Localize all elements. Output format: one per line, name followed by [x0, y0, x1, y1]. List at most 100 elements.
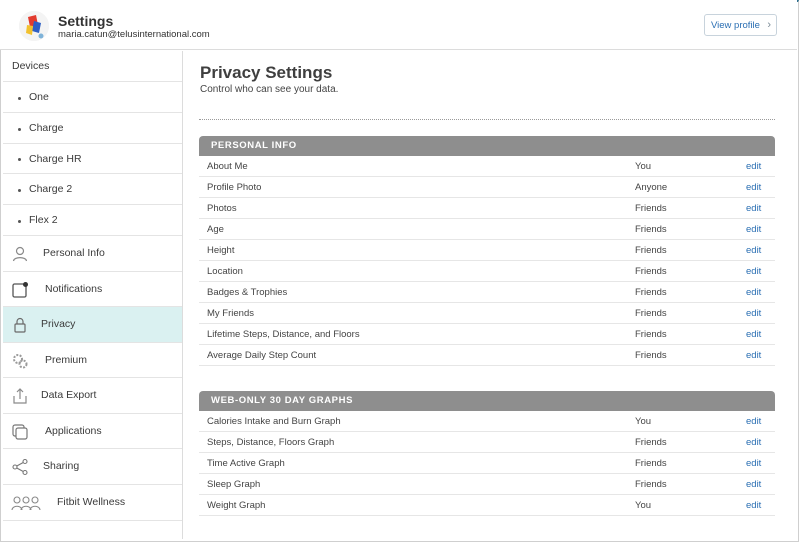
sidebar-item-label: Applications [45, 425, 102, 437]
sidebar-devices-header[interactable]: Devices [3, 51, 182, 82]
row-label: About Me [207, 161, 248, 172]
row-value: You [635, 161, 652, 172]
sidebar-item-label: Sharing [43, 460, 80, 472]
row-label: Badges & Trophies [207, 287, 288, 298]
view-profile-button[interactable]: View profile › [704, 14, 777, 36]
sidebar-item-privacy[interactable]: Privacy [3, 307, 182, 343]
sidebar-item-label: Privacy [41, 318, 76, 330]
section-header-web-only-graphs: WEB-ONLY 30 DAY GRAPHS [199, 391, 775, 411]
row-label: Location [207, 266, 243, 277]
row-label: Lifetime Steps, Distance, and Floors [207, 329, 360, 340]
premium-gear-icon [11, 352, 29, 370]
row-label: Sleep Graph [207, 479, 261, 490]
row-label: Height [207, 245, 235, 256]
share-icon [11, 458, 29, 476]
section-header-personal-info: PERSONAL INFO [199, 136, 775, 156]
privacy-row: My Friends Friends edit [199, 303, 775, 324]
row-label: Time Active Graph [207, 458, 285, 469]
edit-link[interactable]: edit [746, 458, 761, 469]
page-subtitle: Control who can see your data. [200, 84, 339, 95]
devices-label: Devices [12, 60, 50, 72]
row-value: Anyone [635, 182, 668, 193]
privacy-row: Height Friends edit [199, 240, 775, 261]
edit-link[interactable]: edit [746, 329, 761, 340]
edit-link[interactable]: edit [746, 203, 761, 214]
edit-link[interactable]: edit [746, 266, 761, 277]
privacy-row: Badges & Trophies Friends edit [199, 282, 775, 303]
edit-link[interactable]: edit [746, 182, 761, 193]
privacy-row: Photos Friends edit [199, 198, 775, 219]
privacy-row: Profile Photo Anyone edit [199, 177, 775, 198]
privacy-row: Age Friends edit [199, 219, 775, 240]
edit-link[interactable]: edit [746, 350, 761, 361]
sidebar: Devices One Charge Charge HR Charge 2 Fl… [3, 51, 183, 539]
lock-icon [11, 316, 29, 334]
edit-link[interactable]: edit [746, 161, 761, 172]
row-value: You [635, 416, 652, 427]
privacy-row: Calories Intake and Burn Graph You edit [199, 411, 775, 432]
group-icon [11, 494, 41, 512]
row-value: Friends [635, 350, 667, 361]
bullet-icon [18, 219, 21, 223]
edit-link[interactable]: edit [746, 500, 761, 511]
sidebar-device-charge[interactable]: Charge [3, 113, 182, 144]
header: Settings maria.catun@telusinternational.… [0, 0, 797, 50]
row-label: My Friends [207, 308, 254, 319]
device-label: Charge HR [29, 152, 82, 165]
person-icon [11, 245, 29, 263]
edit-link[interactable]: edit [746, 287, 761, 298]
sidebar-item-data-export[interactable]: Data Export [3, 378, 182, 414]
sidebar-item-notifications[interactable]: Notifications [3, 272, 182, 307]
avatar[interactable] [19, 11, 49, 41]
privacy-row: Time Active Graph Friends edit [199, 453, 775, 474]
sidebar-item-label: Premium [45, 354, 88, 366]
sidebar-device-one[interactable]: One [3, 82, 182, 113]
row-label: Weight Graph [207, 500, 266, 511]
privacy-row: Sleep Graph Friends edit [199, 474, 775, 495]
device-label: One [29, 91, 49, 103]
page-header-title: Settings [58, 13, 114, 29]
row-label: Average Daily Step Count [207, 350, 317, 361]
row-label: Calories Intake and Burn Graph [207, 416, 341, 427]
view-profile-label: View profile [711, 19, 760, 31]
edit-link[interactable]: edit [746, 308, 761, 319]
sidebar-item-label: Personal Info [43, 247, 105, 259]
main-content: Privacy Settings Control who can see you… [184, 51, 797, 539]
device-label: Charge 2 [29, 183, 73, 195]
page-title: Privacy Settings [200, 63, 333, 82]
privacy-row: About Me You edit [199, 156, 775, 177]
row-label: Steps, Distance, Floors Graph [207, 437, 335, 448]
sidebar-item-applications[interactable]: Applications [3, 414, 182, 449]
export-icon [11, 387, 29, 405]
bullet-icon [18, 158, 21, 161]
row-value: Friends [635, 479, 667, 490]
sidebar-item-label: Fitbit Wellness [57, 496, 126, 508]
device-label: Flex 2 [29, 214, 58, 226]
sidebar-device-flex-2[interactable]: Flex 2 [3, 205, 182, 236]
privacy-row: Average Daily Step Count Friends edit [199, 345, 775, 366]
row-value: Friends [635, 437, 667, 448]
row-value: You [635, 500, 652, 511]
row-value: Friends [635, 329, 667, 340]
edit-link[interactable]: edit [746, 416, 761, 427]
row-label: Profile Photo [207, 182, 262, 193]
divider [199, 119, 775, 120]
privacy-row: Weight Graph You edit [199, 495, 775, 516]
device-label: Charge [29, 122, 64, 134]
row-value: Friends [635, 287, 667, 298]
row-value: Friends [635, 458, 667, 469]
user-email: maria.catun@telusinternational.com [58, 29, 210, 40]
bullet-icon [18, 96, 21, 100]
sidebar-item-fitbit-wellness[interactable]: Fitbit Wellness [3, 485, 182, 521]
sidebar-item-personal-info[interactable]: Personal Info [3, 236, 182, 272]
edit-link[interactable]: edit [746, 479, 761, 490]
sidebar-device-charge-hr[interactable]: Charge HR [3, 144, 182, 174]
edit-link[interactable]: edit [746, 224, 761, 235]
applications-icon [11, 423, 29, 441]
edit-link[interactable]: edit [746, 245, 761, 256]
row-value: Friends [635, 224, 667, 235]
sidebar-item-sharing[interactable]: Sharing [3, 449, 182, 485]
edit-link[interactable]: edit [746, 437, 761, 448]
sidebar-device-charge-2[interactable]: Charge 2 [3, 174, 182, 205]
sidebar-item-premium[interactable]: Premium [3, 343, 182, 378]
